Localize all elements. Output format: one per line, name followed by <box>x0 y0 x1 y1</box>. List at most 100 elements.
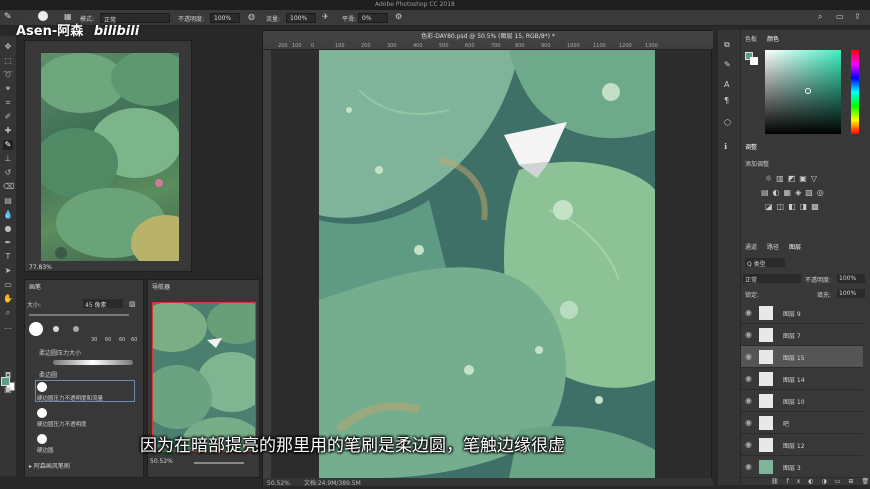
adjustments-tab[interactable]: 调整 <box>745 142 757 152</box>
color-bg-swatch[interactable] <box>750 57 758 65</box>
fill-field[interactable]: 100% <box>837 289 865 298</box>
flow-field[interactable]: 100% <box>286 13 316 23</box>
layer-row[interactable]: ◉ 图层 9 <box>741 302 863 324</box>
blend-mode-select[interactable]: 正常 <box>743 274 801 284</box>
video-subtitle: 因为在暗部提亮的那里用的笔刷是柔边圆，笔触边缘很虚 <box>140 436 565 456</box>
layer-row[interactable]: ◉ 图层 12 <box>741 434 863 456</box>
layer-row[interactable]: ◉ 吧 <box>741 412 863 434</box>
smooth-settings-icon[interactable]: ⚙ <box>395 12 402 21</box>
brush-preview-large[interactable] <box>29 322 43 336</box>
brush-group[interactable]: ▸ 阿森画风笔刷 <box>29 461 70 470</box>
visibility-eye-icon[interactable]: ◉ <box>745 352 752 361</box>
layer-row-selected[interactable]: ◉ 图层 15 <box>741 346 863 368</box>
lasso-tool-icon[interactable]: ➰ <box>3 70 13 80</box>
info-panel-icon[interactable]: ℹ <box>724 142 727 151</box>
adjustment-icons-row-2[interactable]: ▤◐▦◈▧◎ <box>761 188 828 197</box>
type-tool-icon[interactable]: T <box>3 252 13 262</box>
brush-preset-4[interactable]: 硬边圆压力不透明度 <box>37 420 87 428</box>
visibility-eye-icon[interactable]: ◉ <box>745 330 752 339</box>
brush-panel-tab[interactable]: 画笔 <box>29 282 41 291</box>
pen-tool-icon[interactable]: ✒ <box>3 238 13 248</box>
navigator-thumbnail[interactable] <box>152 302 256 452</box>
color-picker-cursor[interactable] <box>805 88 811 94</box>
brush-preset-2[interactable]: 柔边圆 <box>39 370 57 379</box>
new-brush-icon[interactable]: ▨ <box>129 300 136 308</box>
quick-mask-icon[interactable]: ◘ <box>3 371 13 381</box>
move-tool-icon[interactable]: ✥ <box>3 42 13 52</box>
brush-preview-soft[interactable] <box>53 326 59 332</box>
crop-tool-icon[interactable]: ⌗ <box>3 98 13 108</box>
layer-name: 图层 3 <box>783 465 801 472</box>
marquee-tool-icon[interactable]: ⬚ <box>3 56 13 66</box>
path-select-icon[interactable]: ➤ <box>3 266 13 276</box>
magic-wand-tool-icon[interactable]: ✶ <box>3 84 13 94</box>
brush-preset-3[interactable]: 硬边圆压力不透明度和流量 <box>37 394 103 402</box>
layer-row[interactable]: ◉ 图层 10 <box>741 390 863 412</box>
workspace-icon[interactable]: ▭ <box>836 12 844 21</box>
history-brush-icon[interactable]: ↺ <box>3 168 13 178</box>
eraser-tool-icon[interactable]: ⌫ <box>3 182 14 192</box>
share-icon[interactable]: ⇪ <box>854 12 861 21</box>
layer-opacity-field[interactable]: 100% <box>837 274 865 283</box>
dodge-tool-icon[interactable]: ● <box>3 224 13 234</box>
visibility-eye-icon[interactable]: ◉ <box>745 308 752 317</box>
eyedropper-tool-icon[interactable]: ✐ <box>3 112 13 122</box>
artwork-canvas[interactable] <box>319 50 655 478</box>
visibility-eye-icon[interactable]: ◉ <box>745 396 752 405</box>
visibility-eye-icon[interactable]: ◉ <box>745 418 752 427</box>
layer-thumbnail <box>759 350 773 364</box>
ruler-label-2: 100 <box>292 43 302 49</box>
layers-footer-icons[interactable]: ⛓fx◐◑▭⊞🗑 <box>741 478 870 485</box>
visibility-eye-icon[interactable]: ◉ <box>745 440 752 449</box>
healing-tool-icon[interactable]: ✚ <box>3 126 13 136</box>
horizontal-ruler[interactable]: 200 100 0 100 200 300 400 500 600 700 80… <box>263 42 713 50</box>
shape-tool-icon[interactable]: ▭ <box>3 280 13 290</box>
layer-filter-kind[interactable]: Q 类型 <box>745 258 785 268</box>
navigator-tab[interactable]: 导航器 <box>152 282 170 291</box>
blur-tool-icon[interactable]: 💧 <box>3 210 13 220</box>
navigator-view-box[interactable] <box>152 302 256 452</box>
paragraph-panel-icon[interactable]: ¶ <box>724 96 729 105</box>
color-tab[interactable]: 颜色 <box>767 34 779 44</box>
layers-tab[interactable]: 图层 <box>789 242 801 252</box>
navigator-zoom: 50.52% <box>150 458 173 465</box>
brush-preset-1[interactable]: 柔边圆压力大小 <box>39 348 81 357</box>
brush-size-field[interactable]: 45 像素 <box>83 299 123 309</box>
hand-tool-icon[interactable]: ✋ <box>3 294 13 304</box>
document-tab[interactable]: 色彩-DAY80.psd @ 50.5% (图层 15, RGB/8*) * <box>263 31 713 42</box>
visibility-eye-icon[interactable]: ◉ <box>745 374 752 383</box>
search-icon[interactable]: ⌕ <box>818 12 822 22</box>
stamp-tool-icon[interactable]: ⊥ <box>3 154 13 164</box>
brush-tool-icon-active[interactable]: ✎ <box>3 140 13 150</box>
hue-slider[interactable] <box>851 50 859 134</box>
brush-preset-5[interactable]: 硬边圆 <box>37 446 54 454</box>
pressure-opacity-icon[interactable]: ◍ <box>248 12 255 21</box>
color-picker-field[interactable] <box>765 50 841 134</box>
brush-preview-hard[interactable] <box>73 326 79 332</box>
ruler-label-6: 300 <box>387 43 397 49</box>
vertical-ruler[interactable] <box>263 50 271 478</box>
character-panel-icon[interactable]: A <box>724 80 729 89</box>
layer-row[interactable]: ◉ 图层 14 <box>741 368 863 390</box>
adjustment-icons-row-3[interactable]: ◪◫◧◨▩ <box>765 202 823 211</box>
smooth-field[interactable]: 0% <box>358 13 388 23</box>
brush-size-slider[interactable] <box>29 314 129 316</box>
3d-panel-icon[interactable]: ⬡ <box>724 118 731 127</box>
more-tools-icon[interactable]: … <box>3 322 13 332</box>
gradient-tool-icon[interactable]: ▤ <box>3 196 13 206</box>
brush-tool-icon[interactable]: ✎ <box>4 12 12 22</box>
screen-mode-icon[interactable]: ▣ <box>3 385 13 395</box>
swatches-tab[interactable]: 色板 <box>745 34 757 44</box>
opacity-field[interactable]: 100% <box>210 13 240 23</box>
adjustment-icons-row-1[interactable]: ☼▥◩▣▽ <box>765 174 821 183</box>
history-panel-icon[interactable]: ⧉ <box>724 40 730 50</box>
navigator-zoom-slider[interactable] <box>194 462 244 464</box>
layer-row[interactable]: ◉ 图层 3 <box>741 456 863 478</box>
layer-row[interactable]: ◉ 图层 7 <box>741 324 863 346</box>
properties-panel-icon[interactable]: ✎ <box>724 60 731 69</box>
visibility-eye-icon[interactable]: ◉ <box>745 462 752 471</box>
zoom-tool-icon[interactable]: ⌕ <box>3 308 13 318</box>
airbrush-icon[interactable]: ✈ <box>322 12 329 21</box>
channels-tab[interactable]: 通道 <box>745 242 757 252</box>
paths-tab[interactable]: 路径 <box>767 242 779 252</box>
